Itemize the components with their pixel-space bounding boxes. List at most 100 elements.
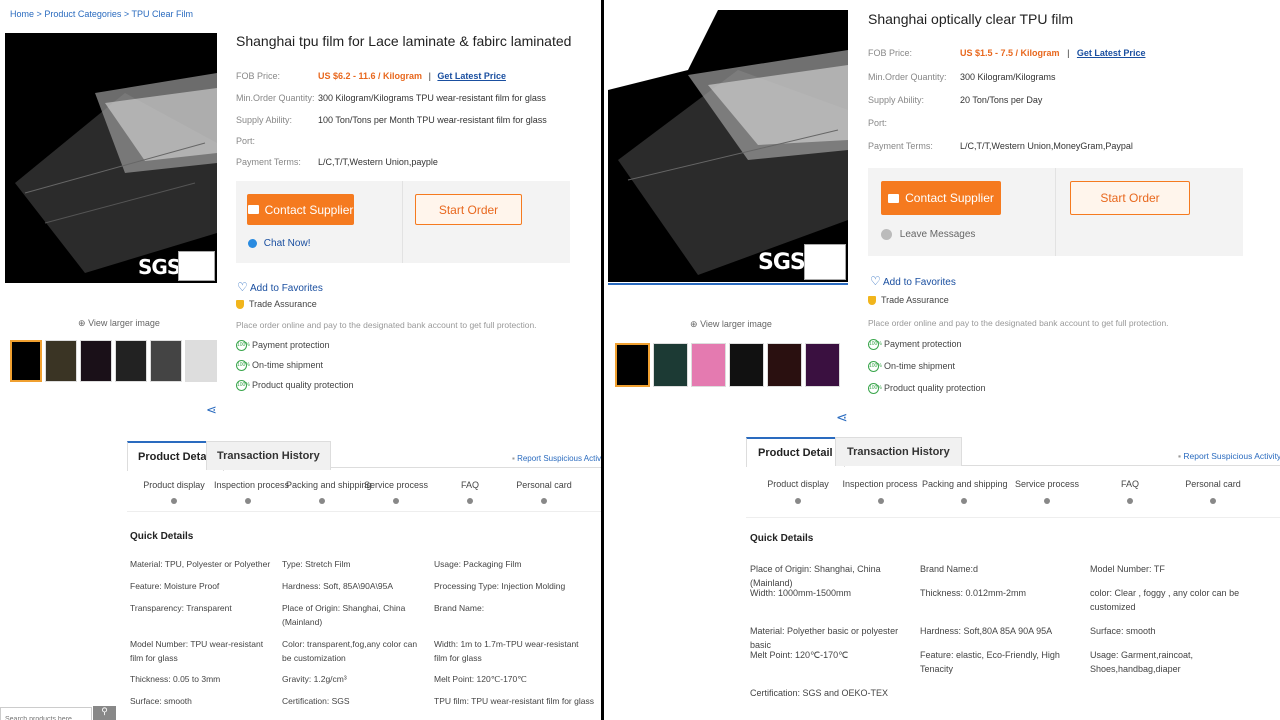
main-product-image[interactable]: SGS: [5, 33, 217, 283]
subnav-dot: [319, 498, 325, 504]
subnav-service[interactable]: Service process: [1009, 479, 1085, 489]
share-icon[interactable]: ⋖: [206, 402, 217, 418]
tab-product-detail[interactable]: Product Detail: [746, 437, 845, 467]
quick-detail: Feature: Moisture Proof: [130, 581, 220, 591]
contact-supplier-button[interactable]: Contact Supplier: [881, 181, 1001, 215]
quick-detail: Usage: Packaging Film: [434, 559, 522, 569]
thumbnail-6[interactable]: [805, 343, 840, 387]
min-order-value: 300 Kilogram/Kilograms TPU wear-resistan…: [318, 93, 546, 103]
breadcrumb-categories[interactable]: Product Categories: [44, 9, 121, 19]
port-label: Port:: [868, 118, 888, 128]
report-label: Report Suspicious Activity: [1183, 451, 1280, 461]
subnav-product-display[interactable]: Product display: [140, 480, 208, 490]
min-order-value: 300 Kilogram/Kilograms: [960, 72, 1056, 82]
protection-quality: 100% Product quality protection: [868, 383, 986, 395]
main-product-image[interactable]: SGS: [608, 10, 848, 282]
mail-icon: [888, 193, 900, 203]
tab-transaction-history[interactable]: Transaction History: [835, 437, 962, 466]
quick-detail: Melt Point: 120℃-170℃: [434, 674, 527, 684]
get-latest-price-link[interactable]: Get Latest Price: [1077, 48, 1146, 58]
breadcrumb: Home > Product Categories > TPU Clear Fi…: [10, 9, 193, 19]
tab-transaction-history[interactable]: Transaction History: [206, 441, 331, 470]
leave-messages-link[interactable]: Leave Messages: [881, 229, 975, 240]
subnav-faq[interactable]: FAQ: [436, 480, 504, 490]
subnav-packing[interactable]: Packing and shipping: [922, 479, 1008, 489]
get-latest-price-link[interactable]: Get Latest Price: [437, 71, 506, 81]
supply-value: 100 Ton/Tons per Month TPU wear-resistan…: [318, 115, 547, 125]
subnav: [746, 466, 1280, 518]
report-link[interactable]: ▪ Report Suspicious Activity: [512, 454, 601, 463]
search-icon[interactable]: ⚲: [93, 706, 116, 720]
view-larger-link[interactable]: ⊕ View larger image: [690, 319, 772, 330]
image-underline: [608, 283, 848, 285]
payment-value: L/C,T/T,Western Union,payple: [318, 157, 438, 167]
trade-assurance: Trade Assurance: [236, 299, 317, 310]
quick-detail: Usage: Garment,raincoat, Shoes,handbag,d…: [1090, 650, 1194, 674]
search-input[interactable]: [1, 714, 91, 720]
report-label: Report Suspicious Activity: [517, 454, 601, 463]
breadcrumb-current[interactable]: TPU Clear Film: [131, 9, 193, 19]
subnav-inspection[interactable]: Inspection process: [842, 479, 918, 489]
subnav-dot: [171, 498, 177, 504]
subnav-packing[interactable]: Packing and shipping: [286, 480, 372, 490]
sgs-logo: SGS: [138, 255, 181, 279]
subnav-inspection[interactable]: Inspection process: [214, 480, 289, 490]
quick-details-title: Quick Details: [750, 533, 814, 544]
thumbnail-2[interactable]: [653, 343, 688, 387]
quick-detail: Model Number: TPU wear-resistant film fo…: [130, 639, 264, 663]
favorites-label: Add to Favorites: [883, 277, 956, 288]
lock-icon: ▪: [512, 454, 515, 463]
favorites-label: Add to Favorites: [250, 283, 323, 294]
subnav-product-display[interactable]: Product display: [760, 479, 836, 489]
fob-label: FOB Price:: [868, 48, 913, 58]
quick-detail: Thickness: 0.05 to 3mm: [130, 674, 221, 684]
protection-quality: 100% Product quality protection: [236, 380, 354, 392]
certificate-badge: [804, 244, 846, 280]
share-icon[interactable]: ⋖: [836, 409, 848, 426]
supply-label: Supply Ability:: [868, 95, 925, 105]
lock-icon: ▪: [1178, 451, 1182, 461]
subnav-personal-card[interactable]: Personal card: [510, 480, 578, 490]
thumbnail-4[interactable]: [729, 343, 764, 387]
action-divider: [402, 181, 403, 263]
chat-now-link[interactable]: Chat Now!: [248, 238, 310, 249]
min-order-label: Min.Order Quantity:: [236, 93, 315, 103]
quick-detail: TPU film: TPU wear-resistant film for gl…: [434, 696, 594, 706]
thumbnail-1[interactable]: [10, 340, 42, 382]
leave-messages-label: Leave Messages: [899, 229, 976, 241]
breadcrumb-sep: >: [123, 9, 130, 19]
thumbnail-4[interactable]: [115, 340, 147, 382]
min-order-label: Min.Order Quantity:: [868, 72, 947, 82]
thumbnail-2[interactable]: [45, 340, 77, 382]
zoom-icon: ⊕: [78, 318, 86, 328]
fob-row: US $1.5 - 7.5 / Kilogram | Get Latest Pr…: [960, 48, 1145, 58]
start-order-button[interactable]: Start Order: [415, 194, 522, 225]
shield-icon: [236, 300, 244, 310]
heart-icon: ♡: [870, 274, 881, 288]
start-order-button[interactable]: Start Order: [1070, 181, 1190, 215]
subnav-personal-card[interactable]: Personal card: [1175, 479, 1251, 489]
report-link[interactable]: ▪ Report Suspicious Activity: [1178, 451, 1280, 461]
view-larger-link[interactable]: ⊕ View larger image: [78, 318, 160, 329]
add-to-favorites[interactable]: ♡ Add to Favorites: [237, 280, 323, 294]
thumbnail-5[interactable]: [767, 343, 802, 387]
subnav-dot: [541, 498, 547, 504]
thumbnail-5[interactable]: [150, 340, 182, 382]
quick-detail: Brand Name:: [434, 603, 485, 613]
place-order-note: Place order online and pay to the design…: [236, 320, 537, 330]
contact-supplier-label: Contact Supplier: [905, 191, 994, 205]
thumbnail-3[interactable]: [691, 343, 726, 387]
subnav-service[interactable]: Service process: [362, 480, 430, 490]
breadcrumb-home[interactable]: Home: [10, 9, 34, 19]
price-sep: |: [428, 71, 431, 81]
thumbnail-6[interactable]: [185, 340, 217, 382]
supply-label: Supply Ability:: [236, 115, 293, 125]
contact-supplier-button[interactable]: Contact Supplier: [247, 194, 354, 225]
fob-price: US $6.2 - 11.6 / Kilogram: [318, 71, 423, 81]
thumbnail-3[interactable]: [80, 340, 112, 382]
thumbnail-1[interactable]: [615, 343, 650, 387]
subnav-faq[interactable]: FAQ: [1092, 479, 1168, 489]
add-to-favorites[interactable]: ♡ Add to Favorites: [870, 274, 956, 288]
badge-icon: 100%: [868, 383, 882, 395]
product-title: Shanghai tpu film for Lace laminate & fa…: [236, 33, 572, 49]
